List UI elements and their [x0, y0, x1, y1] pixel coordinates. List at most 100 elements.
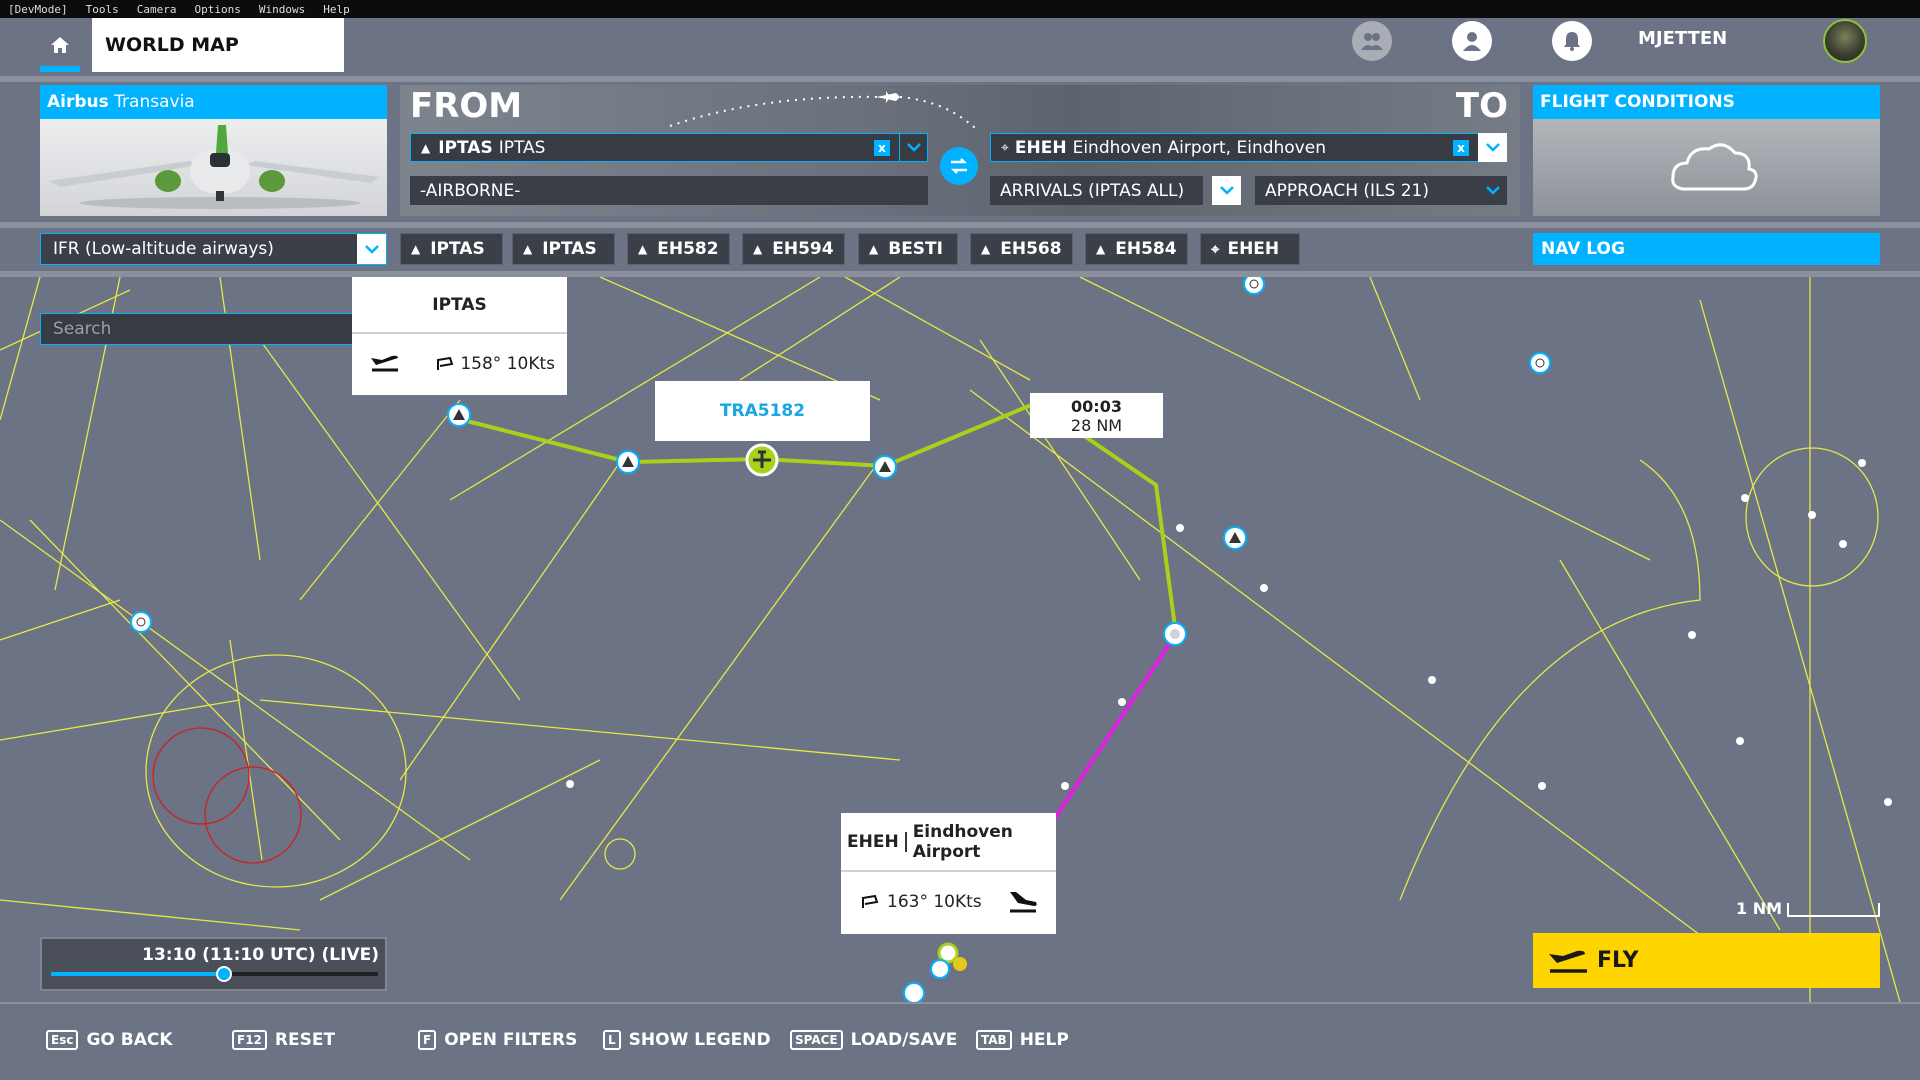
airport-popup[interactable]: EHEH Eindhoven Airport 163° 10Kts: [841, 813, 1056, 934]
hint-label: RESET: [274, 1030, 336, 1050]
arrival-code: EHEH: [1014, 137, 1067, 158]
waypoint-chip[interactable]: ▲ BESTI: [858, 233, 958, 265]
departure-name: IPTAS: [498, 137, 546, 158]
leg-time: 00:03: [1071, 396, 1122, 416]
clear-departure-button[interactable]: x: [874, 140, 890, 156]
waypoint-chip[interactable]: ⌖ EHEH: [1200, 233, 1300, 265]
username[interactable]: MJETTEN: [1638, 28, 1727, 49]
load-save-hint[interactable]: SPACE LOAD/SAVE: [790, 1030, 957, 1050]
reset-hint[interactable]: F12 RESET: [232, 1030, 335, 1050]
navaid-dots: [566, 459, 1892, 806]
waypoint-icon: ▲: [421, 140, 431, 155]
approach-select[interactable]: APPROACH (ILS 21): [1255, 176, 1482, 205]
leg-distance: 28 NM: [1070, 415, 1123, 435]
waypoint-chip-label: BESTI: [888, 239, 943, 259]
cloud-icon: [1671, 143, 1758, 191]
aircraft-brand: Airbus: [47, 92, 109, 112]
arrival-field[interactable]: ⌖ EHEH Eindhoven Airport, Eindhoven: [990, 133, 1490, 162]
flight-type-dropdown[interactable]: [357, 234, 386, 264]
flight-callsign-popup[interactable]: TRA5182: [655, 381, 870, 441]
arrival-dropdown[interactable]: [1478, 133, 1507, 162]
arrival-name: Eindhoven Airport, Eindhoven: [1072, 137, 1326, 158]
friends-icon[interactable]: [1352, 21, 1392, 61]
key-badge: SPACE: [790, 1030, 843, 1050]
key-badge: Esc: [46, 1030, 79, 1050]
airport-popup-wind: 163° 10Kts: [887, 892, 982, 912]
time-label: 13:10 (11:10 UTC) (LIVE): [142, 945, 379, 965]
waypoint-chip[interactable]: ▲ EH568: [970, 233, 1073, 265]
flight-conditions-card[interactable]: FLIGHT CONDITIONS: [1533, 85, 1880, 216]
top-bar: WORLD MAP MJETTEN: [0, 18, 1920, 76]
waypoint-popup[interactable]: IPTAS 158° 10Kts: [352, 277, 567, 395]
wind-icon: [862, 894, 879, 908]
nav-log-button[interactable]: NAV LOG: [1533, 233, 1880, 265]
leg-info-popup[interactable]: 00:03 28 NM: [1030, 393, 1163, 438]
key-badge: TAB: [976, 1030, 1012, 1050]
dev-menu-item[interactable]: Windows: [259, 3, 305, 16]
dev-menu-item[interactable]: Camera: [137, 3, 177, 16]
active-tab-indicator: [40, 66, 80, 72]
map-scale-label: 1 NM: [1736, 899, 1783, 918]
departure-field[interactable]: ▲ IPTAS IPTAS: [410, 133, 928, 162]
aircraft-marker: [745, 443, 779, 477]
approach-route: [1045, 632, 1178, 832]
aircraft-header: Airbus Transavia: [40, 85, 387, 119]
chevron-down-icon: [1485, 143, 1500, 152]
flight-type-value: IFR (Low-altitude airways): [53, 239, 274, 259]
help-hint[interactable]: TAB HELP: [976, 1030, 1069, 1050]
key-badge: F: [418, 1030, 437, 1050]
waypoint-chip-label: IPTAS: [430, 239, 485, 259]
waypoint-chip[interactable]: ▲ IPTAS: [512, 233, 615, 265]
departure-code: IPTAS: [438, 137, 493, 158]
fly-button-label: FLY: [1597, 948, 1639, 973]
time-of-day-control[interactable]: 13:10 (11:10 UTC) (LIVE): [40, 937, 387, 991]
go-back-hint[interactable]: Esc GO BACK: [46, 1030, 173, 1050]
dev-menu-item[interactable]: Tools: [86, 3, 119, 16]
flight-type-select[interactable]: IFR (Low-altitude airways): [40, 233, 387, 265]
waypoint-chip[interactable]: ▲ EH584: [1085, 233, 1188, 265]
waypoint-chip[interactable]: ▲ IPTAS: [400, 233, 503, 265]
notifications-icon[interactable]: [1552, 21, 1592, 61]
waypoint-chip[interactable]: ▲ EH594: [742, 233, 845, 265]
departure-dropdown[interactable]: [899, 133, 928, 162]
flight-conditions-title: FLIGHT CONDITIONS: [1533, 85, 1880, 119]
airport-icon: ⌖: [1001, 139, 1009, 156]
arrivals-select[interactable]: ARRIVALS (IPTAS ALL): [990, 176, 1203, 205]
aircraft-livery: Transavia: [114, 92, 195, 112]
swap-route-button[interactable]: [940, 147, 978, 185]
home-tab[interactable]: [40, 18, 80, 72]
show-legend-hint[interactable]: L SHOW LEGEND: [603, 1030, 771, 1050]
clear-arrival-button[interactable]: x: [1453, 140, 1469, 156]
waypoint-icon: ▲: [869, 242, 879, 256]
time-slider-fill: [51, 972, 225, 976]
hint-label: HELP: [1019, 1030, 1069, 1050]
airport-icon: ⌖: [1211, 240, 1220, 258]
waypoint-chip-label: EH568: [1000, 239, 1062, 259]
search-placeholder: Search: [53, 319, 112, 339]
restricted-airspace-layer: [152, 727, 302, 864]
dev-menu-item[interactable]: [DevMode]: [8, 3, 68, 16]
aircraft-card[interactable]: Airbus Transavia: [40, 85, 387, 216]
takeoff-icon: [371, 355, 398, 371]
avatar[interactable]: [1823, 19, 1867, 63]
route-panel: FROM TO ▲ IPTAS IPTAS x -AIRBORNE- ⌖ EHE…: [400, 85, 1520, 216]
approach-dropdown[interactable]: [1478, 176, 1507, 205]
open-filters-hint[interactable]: F OPEN FILTERS: [418, 1030, 577, 1050]
key-badge: F12: [232, 1030, 267, 1050]
takeoff-icon: [1549, 950, 1587, 973]
page-title: WORLD MAP: [92, 18, 344, 72]
departure-state: -AIRBORNE-: [410, 176, 928, 205]
time-slider-thumb[interactable]: [216, 966, 233, 982]
world-map-screen: [DevMode] Tools Camera Options Windows H…: [0, 0, 1920, 1080]
dev-menu-bar: [DevMode] Tools Camera Options Windows H…: [0, 0, 1920, 18]
dev-menu-item[interactable]: Options: [194, 3, 240, 16]
profile-icon[interactable]: [1452, 21, 1492, 61]
search-input[interactable]: Search: [40, 313, 387, 345]
waypoint-chip-label: EH594: [772, 239, 834, 259]
chevron-down-icon: [364, 244, 379, 254]
waypoint-chip-label: EH584: [1115, 239, 1177, 259]
arrivals-dropdown[interactable]: [1212, 176, 1241, 205]
waypoint-chip[interactable]: ▲ EH582: [627, 233, 730, 265]
dev-menu-item[interactable]: Help: [323, 3, 350, 16]
fly-button[interactable]: FLY: [1533, 933, 1880, 988]
